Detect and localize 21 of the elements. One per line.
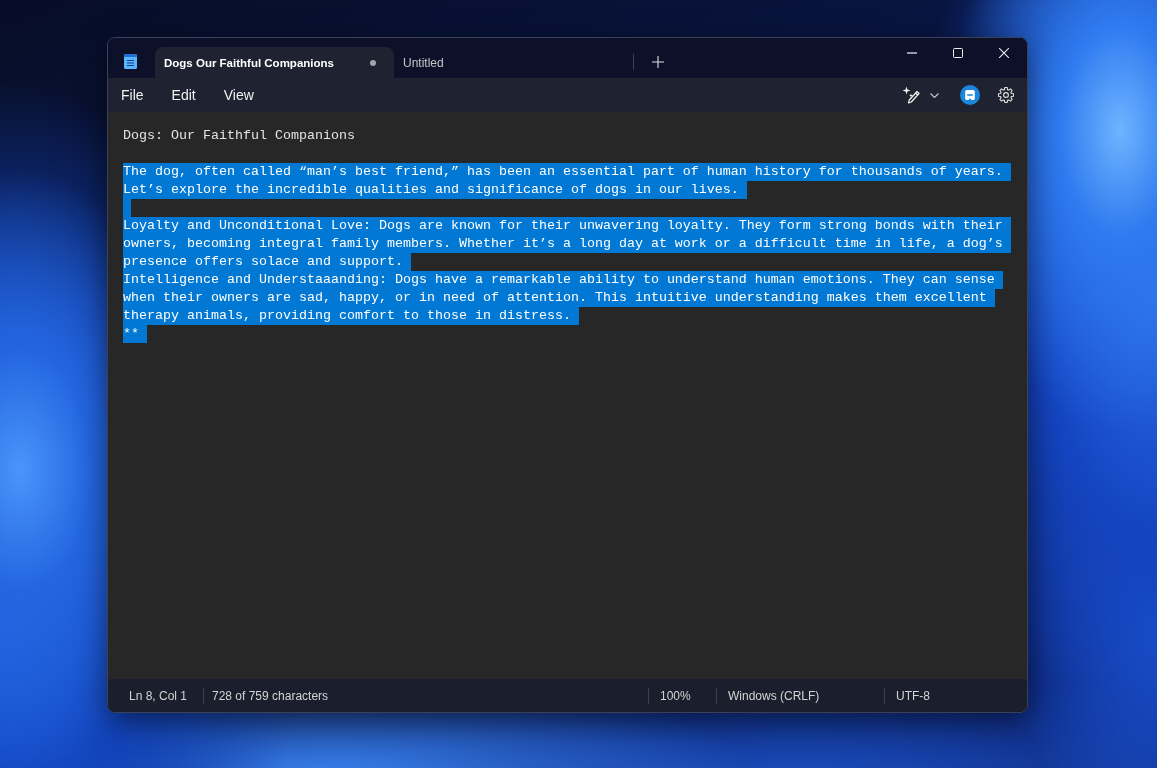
close-icon [999,47,1009,58]
menu-item[interactable]: Edit [161,81,206,109]
text-editor-area[interactable] [108,112,1027,679]
tab[interactable]: Dogs Our Faithful Companions [155,47,394,78]
chat-icon [960,85,980,105]
notepad-icon [124,54,137,69]
cursor-position: Ln 8, Col 1 [129,687,188,704]
tab[interactable]: Untitled [394,47,633,78]
menu-item[interactable]: File [111,81,154,109]
zoom-level: 100% [660,687,691,704]
text-line: Dogs: Our Faithful Companions [123,127,355,145]
caret-icon [930,92,939,98]
maximize-icon [953,47,963,58]
settings-icon [998,87,1014,103]
line-ending: Windows (CRLF) [728,687,820,704]
plus-icon [652,56,664,68]
minimize-icon [907,51,917,54]
pen-sparkle-icon [902,86,920,104]
text-encoding: UTF-8 [896,687,930,704]
menu-item[interactable]: View [213,81,264,109]
character-count: 728 of 759 characters [212,687,329,704]
